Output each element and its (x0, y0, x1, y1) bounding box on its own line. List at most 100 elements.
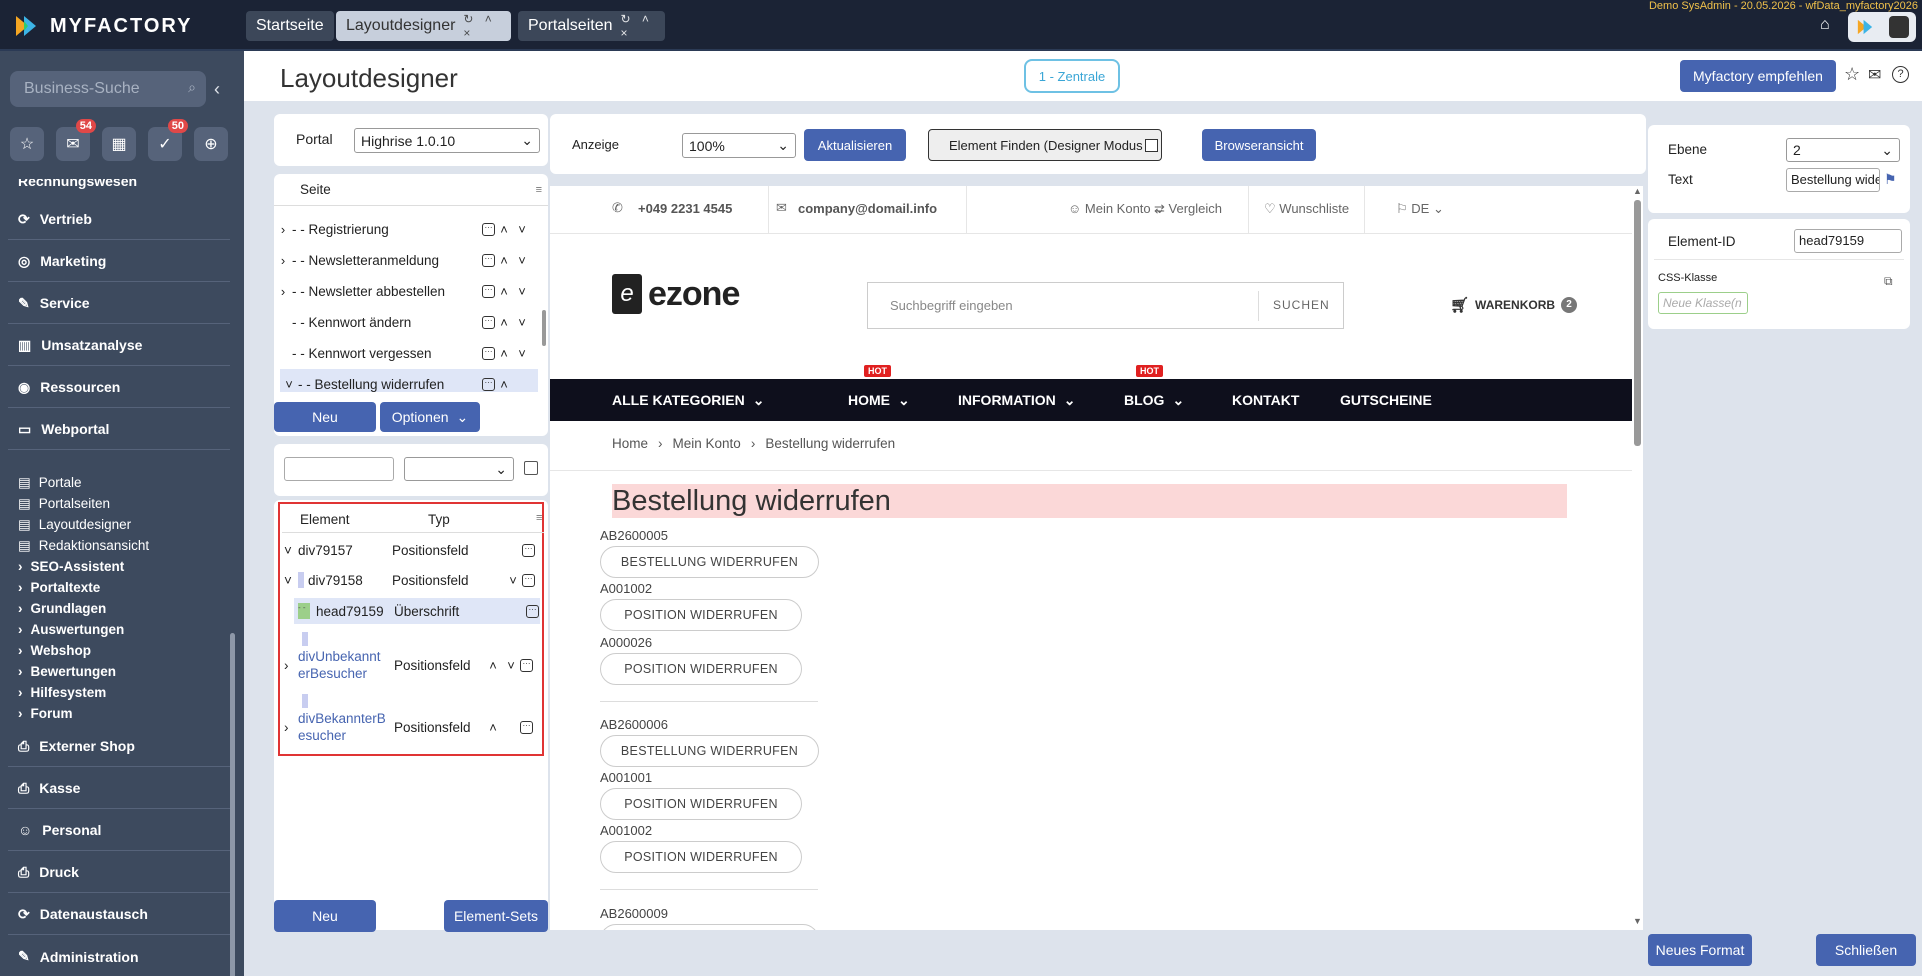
nav-group-webshop[interactable]: › Webshop (18, 640, 91, 661)
page-row-selected[interactable]: ˅ - - Bestellung widerrufen ··· ˄ (280, 369, 538, 392)
nav-group-bewertungen[interactable]: › Bewertungen (18, 661, 116, 682)
element-sets-button[interactable]: Element-Sets (444, 900, 548, 932)
help-icon[interactable]: ? (1892, 66, 1909, 83)
nav-item-personal[interactable]: ☺ Personal (8, 810, 230, 851)
nav-item-service[interactable]: ✎ Service (8, 283, 230, 324)
chevron-up-icon[interactable]: ˄ (484, 720, 502, 735)
nav-sub-layoutdesigner[interactable]: ▤ Layoutdesigner (18, 514, 131, 535)
copy-icon[interactable]: ⧉ (1884, 274, 1893, 289)
add-button[interactable]: ⊕ (194, 127, 228, 161)
chevron-down-icon[interactable]: ˅ (513, 284, 531, 299)
business-search-input[interactable]: Business-Suche ⌕ (10, 71, 206, 107)
css-class-input[interactable]: Neue Klasse(n (1658, 292, 1748, 314)
expand-toggle[interactable]: › (274, 253, 292, 268)
nav-home[interactable]: HOT HOME ⌄ (848, 365, 910, 421)
more-icon[interactable]: ··· (482, 223, 495, 236)
graduation-cap-icon[interactable]: ⌂ (1820, 16, 1830, 34)
chevron-right-icon[interactable]: › (284, 720, 298, 735)
more-icon[interactable]: ··· (520, 658, 533, 672)
col-element-header[interactable]: Element (300, 512, 350, 527)
chevron-down-icon[interactable]: ˅ (513, 315, 531, 330)
cancel-position-button[interactable]: POSITION WIDERRUFEN (600, 788, 802, 820)
col-type-header[interactable]: Typ (428, 512, 450, 527)
menu-icon[interactable]: ≡ (536, 512, 542, 524)
chevron-down-icon[interactable]: ˅ (504, 573, 522, 588)
pages-scrollbar[interactable] (542, 310, 546, 346)
more-icon[interactable]: ··· (482, 347, 495, 360)
chevron-down-icon[interactable]: ˅ (284, 543, 298, 558)
ebene-select[interactable]: 2 ⌄ (1786, 138, 1900, 162)
scroll-down-icon[interactable]: ▼ (1633, 916, 1642, 926)
sidebar-scrollbar[interactable] (230, 633, 235, 976)
page-row[interactable]: › - - Registrierung ··· ˄ ˅ (274, 214, 544, 245)
nav-item-kasse[interactable]: ⎙ Kasse (8, 768, 230, 809)
new-format-button[interactable]: Neues Format (1648, 934, 1752, 966)
mail-button[interactable]: ✉ 54 (56, 119, 96, 161)
more-icon[interactable]: ··· (482, 378, 495, 391)
preview-compare[interactable]: ⇄ Vergleich (1154, 201, 1222, 217)
nav-group-seo[interactable]: › SEO-Assistent (18, 556, 124, 577)
cancel-position-button[interactable]: POSITION WIDERRUFEN (600, 599, 802, 631)
page-row[interactable]: › - - Newsletteranmeldung ··· ˄ ˅ (274, 245, 544, 276)
nav-item-marketing[interactable]: ◎ Marketing (8, 241, 230, 282)
nav-item-webportal[interactable]: ▭ Webportal (8, 409, 230, 450)
expand-toggle[interactable]: › (274, 284, 292, 299)
nav-group-portaltexte[interactable]: › Portaltexte (18, 577, 100, 598)
tab-portalseiten[interactable]: Portalseiten ↻ ˄ × (518, 11, 665, 41)
close-button[interactable]: Schließen (1816, 934, 1916, 966)
translate-icon[interactable]: ⚑ (1884, 171, 1897, 188)
nav-item-rechnungswesen[interactable]: Rechnungswesen (0, 179, 244, 189)
nav-all-categories[interactable]: ALLE KATEGORIEN ⌄ (612, 379, 764, 421)
preview-search[interactable]: Suchbegriff eingeben SUCHEN (867, 282, 1344, 329)
more-icon[interactable]: ··· (482, 285, 495, 298)
mail-icon[interactable]: ✉ (1868, 65, 1881, 85)
breadcrumb-home[interactable]: Home (612, 436, 648, 451)
preview-email[interactable]: company@domail.info (798, 201, 937, 216)
chevron-right-icon[interactable]: › (284, 658, 298, 673)
text-input[interactable]: Bestellung wide (1786, 168, 1880, 192)
nav-sub-portale[interactable]: ▤ Portale (18, 472, 82, 493)
cancel-position-button[interactable]: POSITION WIDERRUFEN (600, 841, 802, 873)
tab-startseite[interactable]: Startseite (246, 11, 334, 41)
nav-sub-redaktionsansicht[interactable]: ▤ Redaktionsansicht (18, 535, 149, 556)
preview-scrollbar-thumb[interactable] (1634, 200, 1641, 446)
page-row[interactable]: › - - Newsletter abbestellen ··· ˄ ˅ (274, 276, 544, 307)
page-row[interactable]: - - Kennwort ändern ··· ˄ ˅ (274, 307, 544, 338)
tab-layoutdesigner[interactable]: Layoutdesigner ↻ ˄ × (336, 11, 511, 41)
chevron-up-icon[interactable]: ˄ (484, 658, 502, 673)
user-avatar[interactable] (1848, 12, 1916, 42)
new-page-button[interactable]: Neu (274, 402, 376, 432)
chevron-up-icon[interactable]: ˄ (495, 346, 513, 361)
nav-group-forum[interactable]: › Forum (18, 703, 73, 724)
chevron-down-icon[interactable]: ˅ (513, 253, 531, 268)
filter-checkbox[interactable] (524, 461, 538, 475)
chevron-down-icon[interactable]: ˅ (502, 658, 520, 673)
more-icon[interactable]: ··· (526, 604, 539, 618)
more-icon[interactable]: ··· (520, 720, 533, 734)
menu-icon[interactable]: ≡ (536, 184, 542, 196)
nav-information[interactable]: INFORMATION ⌄ (958, 379, 1075, 421)
chevron-up-icon[interactable]: ˄ (495, 377, 513, 392)
element-row[interactable]: › divUnbekannterBesucher Positionsfeld ˄… (284, 648, 540, 682)
chevron-up-icon[interactable]: ˄ (495, 315, 513, 330)
nav-item-umsatzanalyse[interactable]: ▥ Umsatzanalyse (8, 325, 230, 366)
tab-controls[interactable]: ↻ ˄ × (621, 12, 656, 40)
filter-input[interactable] (284, 457, 394, 481)
finder-checkbox[interactable] (1144, 138, 1158, 152)
browser-view-button[interactable]: Browseransicht (1202, 129, 1316, 161)
star-icon[interactable]: ☆ (1844, 64, 1860, 85)
options-button[interactable]: Optionen ⌄ (380, 402, 480, 432)
breadcrumb-account[interactable]: Mein Konto (673, 436, 741, 451)
preview-heading[interactable]: Bestellung widerrufen (612, 484, 1567, 518)
chevron-up-icon[interactable]: ˄ (495, 253, 513, 268)
cancel-position-button[interactable]: POSITION WIDERRUFEN (600, 653, 802, 685)
more-icon[interactable]: ··· (482, 254, 495, 267)
cancel-order-button[interactable]: BESTELLUNG WIDERRUFEN (600, 735, 819, 767)
search-button[interactable]: SUCHEN (1273, 298, 1330, 312)
collapse-sidebar-icon[interactable]: ‹ (214, 79, 220, 100)
element-row[interactable]: › divBekannterBesucher Positionsfeld ˄ ·… (284, 710, 540, 744)
tasks-button[interactable]: ✓ 50 (148, 119, 188, 161)
preview-wishlist[interactable]: ♡ Wunschliste (1264, 201, 1349, 217)
nav-gutscheine[interactable]: GUTSCHEINE (1340, 379, 1432, 421)
preview-phone[interactable]: +049 2231 4545 (638, 201, 732, 216)
